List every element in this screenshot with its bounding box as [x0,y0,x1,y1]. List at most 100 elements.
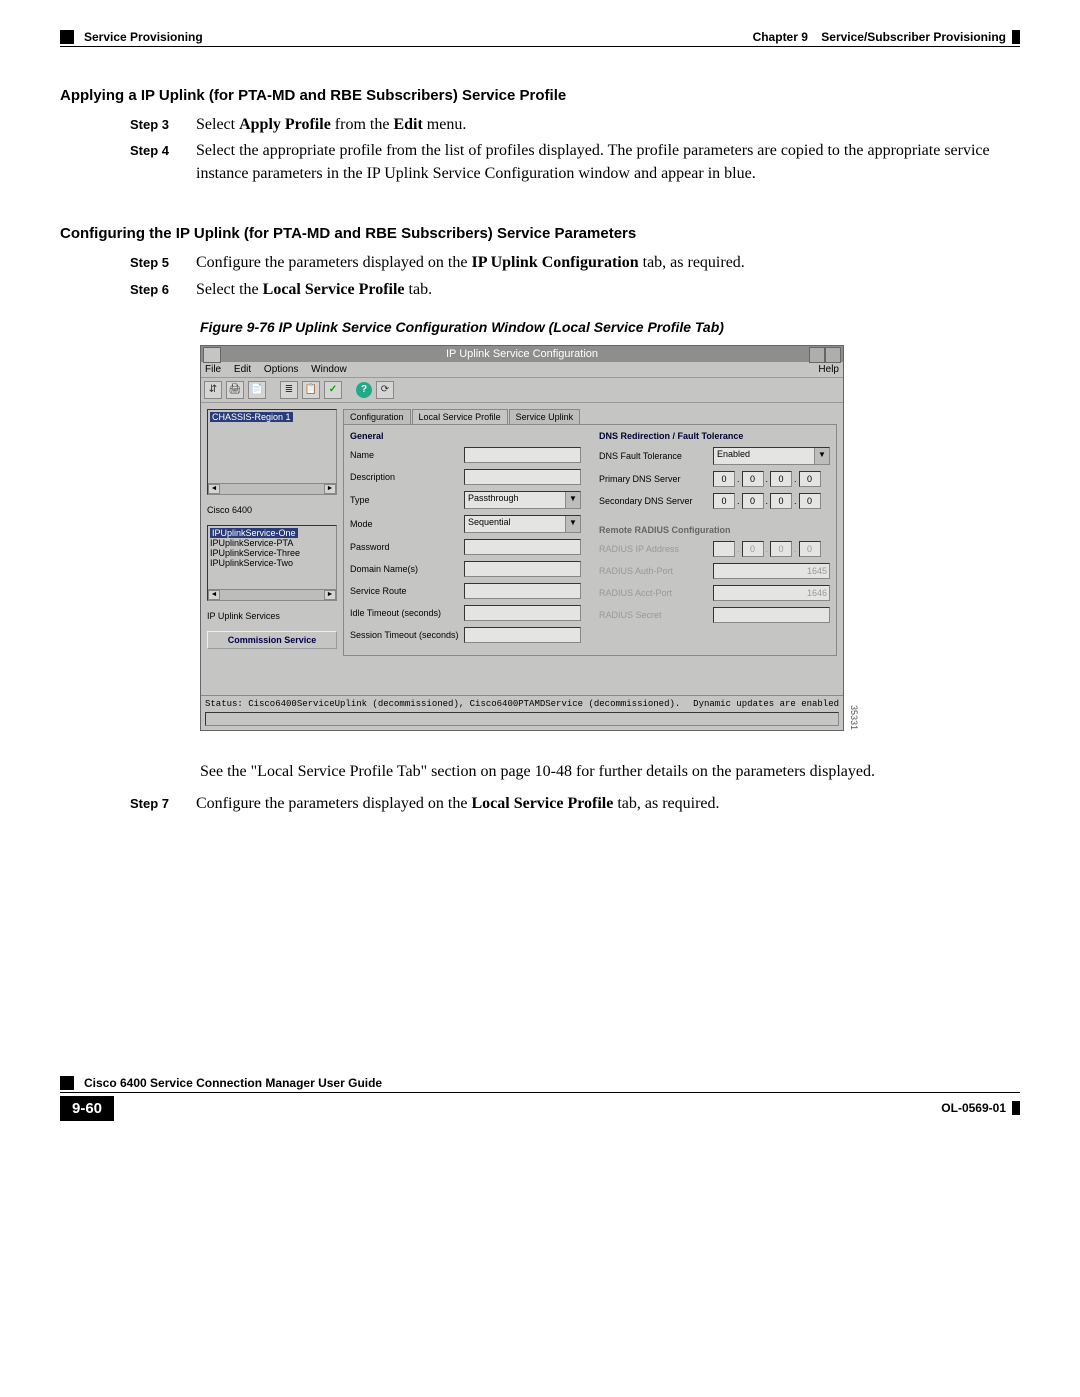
window-title: IP Uplink Service Configuration [446,348,598,360]
session-timeout-input[interactable] [464,627,581,643]
primary-dns-label: Primary DNS Server [599,474,709,484]
figure-caption: Figure 9-76 IP Uplink Service Configurat… [200,319,1020,335]
password-label: Password [350,542,460,552]
toolbar-help-icon[interactable]: ? [356,382,372,398]
toolbar-print-icon[interactable]: 🖨 [226,381,244,399]
toolbar-check-icon[interactable]: ✓ [324,381,342,399]
radius-acct-input[interactable]: 1646 [713,585,830,601]
header-chapter: Chapter 9 [753,30,808,44]
radius-acct-label: RADIUS Acct-Port [599,588,709,598]
route-input[interactable] [464,583,581,599]
commission-service-button[interactable]: Commission Service [207,631,337,649]
step6-label: Step 6 [130,279,180,301]
radius-ip-input[interactable]: .0.0.0 [713,541,821,557]
chevron-down-icon[interactable]: ▼ [565,492,580,508]
cisco-6400-label: Cisco 6400 [207,503,337,517]
step7-label: Step 7 [130,793,180,815]
scroll-left-icon[interactable]: ◄ [208,484,220,494]
description-input[interactable] [464,469,581,485]
step5-text: Configure the parameters displayed on th… [196,252,1020,274]
system-menu-icon[interactable] [203,347,221,363]
doc-number: OL-0569-01 [941,1101,1020,1115]
menu-bar: File Edit Options Window Help [201,362,843,378]
header-left-text: Service Provisioning [84,30,203,44]
dns-radius-column: DNS Redirection / Fault Tolerance DNS Fa… [599,431,830,649]
svc-item-1[interactable]: IPUplinkService-One [210,528,298,538]
header-title: Service/Subscriber Provisioning [821,30,1006,44]
title-bar: IP Uplink Service Configuration [201,346,843,362]
toolbar-list-icon[interactable]: ≣ [280,381,298,399]
domain-input[interactable] [464,561,581,577]
svc-item-2[interactable]: IPUplinkService-PTA [210,538,334,548]
tab-configuration[interactable]: Configuration [343,409,411,424]
status-left: Status: Cisco6400ServiceUplink (decommis… [205,699,680,709]
general-column: General Name Description Type Passthroug… [350,431,581,649]
step7-text: Configure the parameters displayed on th… [196,793,1020,815]
dns-heading: DNS Redirection / Fault Tolerance [599,431,830,441]
route-label: Service Route [350,586,460,596]
scroll-right-icon[interactable]: ► [324,590,336,600]
status-right: Dynamic updates are enabled [693,699,839,709]
figure-ref-number: 35331 [849,705,859,730]
radius-ip-label: RADIUS IP Address [599,544,709,554]
toolbar-clipboard-icon[interactable]: 📋 [302,381,320,399]
name-label: Name [350,450,460,460]
toolbar-page-icon[interactable]: 📄 [248,381,266,399]
step4-text: Select the appropriate profile from the … [196,140,1020,185]
step3-label: Step 3 [130,114,180,136]
minimize-icon[interactable] [809,347,825,363]
scroll-left-icon[interactable]: ◄ [208,590,220,600]
chassis-tree[interactable]: CHASSIS-Region 1 ◄ ► [207,409,337,495]
menu-edit[interactable]: Edit [234,364,251,375]
menu-options[interactable]: Options [264,364,298,375]
footer-guide-title: Cisco 6400 Service Connection Manager Us… [84,1076,382,1090]
tab-strip: Configuration Local Service Profile Serv… [343,409,837,424]
menu-help[interactable]: Help [818,364,839,375]
dns-fault-select[interactable]: Enabled▼ [713,447,830,465]
svc-item-3[interactable]: IPUplinkService-Three [210,548,334,558]
description-label: Description [350,472,460,482]
ip-uplink-services-label: IP Uplink Services [207,609,337,623]
tab-service-uplink[interactable]: Service Uplink [509,409,581,424]
primary-dns-input[interactable]: 0.0.0.0 [713,471,821,487]
menu-window[interactable]: Window [311,364,347,375]
radius-auth-input[interactable]: 1645 [713,563,830,579]
section1-heading: Applying a IP Uplink (for PTA-MD and RBE… [60,87,1020,104]
progress-track [205,712,839,726]
running-header: Service Provisioning Chapter 9 Service/S… [60,30,1020,46]
section2-heading: Configuring the IP Uplink (for PTA-MD an… [60,225,1020,242]
step4-label: Step 4 [130,140,180,185]
right-panel: Configuration Local Service Profile Serv… [343,409,837,689]
footer-square-icon [60,1076,74,1090]
service-list[interactable]: IPUplinkService-One IPUplinkService-PTA … [207,525,337,601]
status-bar: Status: Cisco6400ServiceUplink (decommis… [201,695,843,712]
type-label: Type [350,495,460,505]
maximize-icon[interactable] [825,347,841,363]
dns-fault-label: DNS Fault Tolerance [599,451,709,461]
tab-local-service-profile[interactable]: Local Service Profile [412,409,508,424]
app-window: IP Uplink Service Configuration File Edi… [200,345,844,731]
password-input[interactable] [464,539,581,555]
step5-label: Step 5 [130,252,180,274]
mode-select[interactable]: Sequential▼ [464,515,581,533]
toolbar-refresh-icon[interactable]: ⟳ [376,381,394,399]
menu-file[interactable]: File [205,364,221,375]
chevron-down-icon[interactable]: ▼ [814,448,829,464]
radius-secret-input[interactable] [713,607,830,623]
session-timeout-label: Session Timeout (seconds) [350,630,460,640]
type-select[interactable]: Passthrough▼ [464,491,581,509]
name-input[interactable] [464,447,581,463]
page-number: 9-60 [60,1096,114,1121]
secondary-dns-input[interactable]: 0.0.0.0 [713,493,821,509]
chevron-down-icon[interactable]: ▼ [565,516,580,532]
general-heading: General [350,431,581,441]
toolbar-icon-1[interactable]: ⇵ [204,381,222,399]
toolbar: ⇵ 🖨 📄 ≣ 📋 ✓ ? ⟳ [201,378,843,403]
scroll-right-icon[interactable]: ► [324,484,336,494]
header-square-icon [60,30,74,44]
svc-item-4[interactable]: IPUplinkService-Two [210,558,334,568]
idle-timeout-input[interactable] [464,605,581,621]
radius-secret-label: RADIUS Secret [599,610,709,620]
tree-selected-item[interactable]: CHASSIS-Region 1 [210,412,293,422]
secondary-dns-label: Secondary DNS Server [599,496,709,506]
